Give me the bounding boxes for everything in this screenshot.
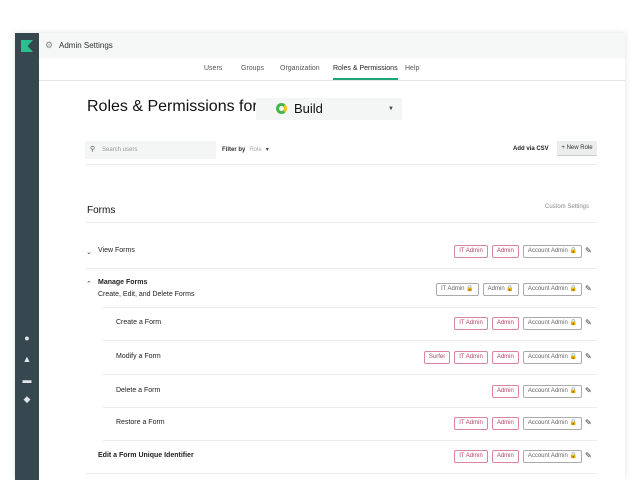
- custom-settings-link[interactable]: Custom Settings: [545, 204, 589, 210]
- role-chip: Account Admin 🔒: [522, 417, 582, 430]
- tab-groups[interactable]: Groups: [241, 65, 264, 78]
- page-title: Roles & Permissions for: [87, 98, 258, 115]
- search-placeholder: Search users: [102, 147, 138, 153]
- role-chip[interactable]: IT Admin: [454, 351, 488, 364]
- role-chip: Admin 🔒: [482, 283, 519, 296]
- edit-pencil-icon[interactable]: ✎: [585, 284, 638, 293]
- role-chip: Account Admin 🔒: [522, 351, 582, 364]
- tab-help[interactable]: Help: [405, 65, 419, 78]
- divider: [103, 307, 597, 308]
- project-select[interactable]: Build ▼: [256, 98, 402, 120]
- bell-icon[interactable]: ▲: [22, 354, 32, 364]
- new-role-button[interactable]: + New Role: [557, 141, 597, 156]
- role-chip[interactable]: Surfer: [423, 351, 451, 364]
- divider: [85, 268, 597, 269]
- settings-icon: ⚙: [45, 40, 54, 50]
- permission-label: Modify a Form: [116, 353, 161, 360]
- project-icon: [276, 103, 287, 114]
- search-input[interactable]: ⚲ Search users: [85, 141, 216, 159]
- divider: [85, 164, 597, 165]
- user-icon[interactable]: ●: [22, 333, 32, 343]
- tab-organization[interactable]: Organization: [280, 65, 320, 78]
- divider: [103, 407, 597, 408]
- divider: [103, 340, 597, 341]
- divider: [103, 440, 597, 441]
- layers-icon[interactable]: ◆: [22, 394, 32, 404]
- permission-label: Manage Forms: [98, 279, 148, 286]
- edit-pencil-icon[interactable]: ✎: [585, 386, 638, 395]
- tab-users[interactable]: Users: [204, 65, 222, 78]
- edit-pencil-icon[interactable]: ✎: [585, 318, 638, 327]
- role-chip[interactable]: IT Admin: [454, 245, 488, 258]
- logo-icon[interactable]: [21, 40, 33, 52]
- role-chip[interactable]: IT Admin: [454, 450, 488, 463]
- header: ⚙ Admin Settings: [39, 33, 625, 58]
- edit-pencil-icon[interactable]: ✎: [585, 246, 638, 255]
- filter-value: Role: [249, 147, 262, 153]
- edit-pencil-icon[interactable]: ✎: [585, 451, 638, 460]
- role-chips: IT Admin Admin Account Admin 🔒: [454, 317, 582, 330]
- permission-description: Create, Edit, and Delete Forms: [98, 291, 195, 298]
- role-chip: Account Admin 🔒: [522, 245, 582, 258]
- role-chip: Account Admin 🔒: [522, 283, 582, 296]
- role-chip[interactable]: Admin: [491, 450, 519, 463]
- divider: [103, 374, 597, 375]
- role-chip[interactable]: IT Admin: [454, 317, 488, 330]
- role-chip: Account Admin 🔒: [522, 450, 582, 463]
- divider: [85, 222, 597, 223]
- role-chip: Account Admin 🔒: [522, 317, 582, 330]
- tab-roles-permissions[interactable]: Roles & Permissions: [333, 65, 398, 80]
- role-chips: IT Admin Admin Account Admin 🔒: [454, 450, 582, 463]
- sidebar: ● ▲ ▬ ◆: [15, 33, 39, 480]
- role-chips: Admin Account Admin 🔒: [491, 385, 582, 398]
- chat-icon[interactable]: ▬: [22, 375, 32, 385]
- role-chip[interactable]: Admin: [491, 351, 519, 364]
- tab-bar: Users Groups Organization Roles & Permis…: [39, 58, 625, 81]
- role-chip[interactable]: Admin: [491, 245, 519, 258]
- role-chips: IT Admin Admin Account Admin 🔒: [454, 245, 582, 258]
- search-icon: ⚲: [90, 146, 96, 153]
- role-chip: Account Admin 🔒: [522, 385, 582, 398]
- filter-by-dropdown[interactable]: Filter by Role ▾: [222, 146, 269, 153]
- chevron-down-icon[interactable]: ⌄: [86, 248, 92, 256]
- edit-pencil-icon[interactable]: ✎: [585, 352, 638, 361]
- add-via-csv-button[interactable]: Add via CSV: [513, 146, 549, 152]
- role-chip[interactable]: Admin: [491, 417, 519, 430]
- filter-label: Filter by: [222, 147, 246, 153]
- edit-pencil-icon[interactable]: ✎: [585, 418, 638, 427]
- role-chip[interactable]: IT Admin: [454, 417, 488, 430]
- role-chips: IT Admin 🔒 Admin 🔒 Account Admin 🔒: [435, 283, 582, 296]
- permission-label: View Forms: [98, 247, 135, 254]
- project-name: Build: [294, 101, 323, 116]
- section-title: Forms: [87, 205, 116, 216]
- chevron-down-icon: ▼: [388, 106, 394, 112]
- permission-label: Create a Form: [116, 319, 162, 326]
- role-chip[interactable]: Admin: [491, 317, 519, 330]
- divider: [85, 473, 597, 474]
- role-chip[interactable]: Admin: [491, 385, 519, 398]
- role-chips: IT Admin Admin Account Admin 🔒: [454, 417, 582, 430]
- header-title: Admin Settings: [59, 41, 113, 50]
- chevron-up-icon[interactable]: ⌃: [86, 280, 92, 288]
- permission-label: Delete a Form: [116, 387, 161, 394]
- permission-label: Edit a Form Unique Identifier: [98, 452, 194, 459]
- role-chips: Surfer IT Admin Admin Account Admin 🔒: [423, 351, 582, 364]
- role-chip: IT Admin 🔒: [435, 283, 479, 296]
- permission-label: Restore a Form: [116, 419, 165, 426]
